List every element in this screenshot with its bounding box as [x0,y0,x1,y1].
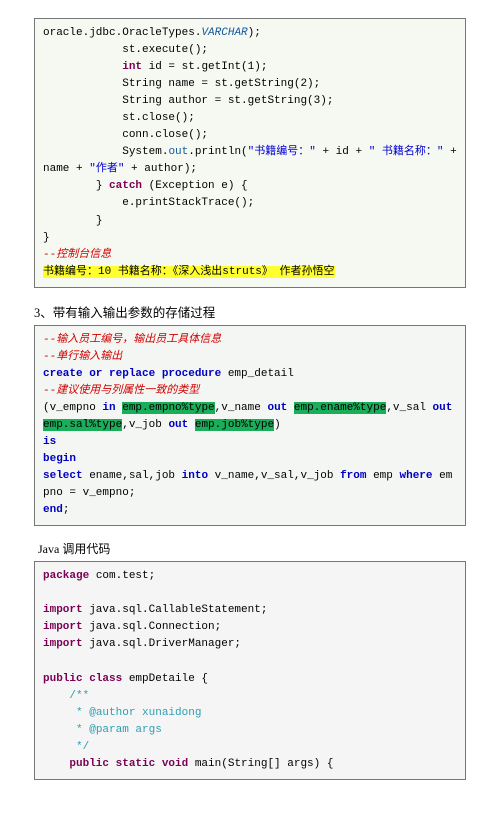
code-line: import java.sql.CallableStatement; [43,604,267,616]
code-line: package com.test; [43,570,155,582]
code-line: conn.close(); [43,129,208,141]
code-line: System.out.println("书籍编号：" + id + " 书籍名称… [43,146,463,175]
code-line: import java.sql.Connection; [43,621,221,633]
code-line: import java.sql.DriverManager; [43,638,241,650]
code-block-2: --输入员工编号，输出员工具体信息 --单行输入输出 create or rep… [34,325,466,527]
code-line: end; [43,504,69,516]
code-line: int id = st.getInt(1); [43,61,267,73]
code-block-1: oracle.jdbc.OracleTypes.VARCHAR); st.exe… [34,18,466,288]
code-line: st.close(); [43,112,195,124]
sql-comment: --建议使用与列属性一致的类型 [43,385,199,397]
javadoc-line: * @param args [43,724,162,736]
console-output: 书籍编号：10 书籍名称：《深入浅出struts》 作者孙悟空 [43,266,335,278]
section-heading-3: 3、带有输入输出参数的存储过程 [34,302,466,321]
code-line: String name = st.getString(2); [43,78,320,90]
code-line: e.printStackTrace(); [43,197,254,209]
code-line: } [43,215,102,227]
code-line: } [43,232,50,244]
code-line: emp.sal%type,v_job out emp.job%type) [43,419,281,431]
console-comment: --控制台信息 [43,249,111,261]
code-line: public class empDetaile { [43,673,208,685]
code-line: begin [43,453,76,465]
javadoc-line: /** [43,690,89,702]
code-line: create or replace procedure emp_detail [43,368,294,380]
code-line: select ename,sal,job into v_name,v_sal,v… [43,470,452,499]
java-call-heading: Java 调用代码 [38,540,466,557]
javadoc-line: * @author xunaidong [43,707,201,719]
blank-line [43,587,50,599]
code-line: st.execute(); [43,44,208,56]
code-line: is [43,436,56,448]
code-line: oracle.jdbc.OracleTypes.VARCHAR); [43,27,261,39]
code-line: (v_empno in emp.empno%type,v_name out em… [43,402,459,414]
sql-comment: --单行输入输出 [43,351,122,363]
blank-line [43,655,50,667]
code-line: } catch (Exception e) { [43,180,248,192]
code-line: String author = st.getString(3); [43,95,333,107]
code-block-3: package com.test; import java.sql.Callab… [34,561,466,780]
sql-comment: --输入员工编号，输出员工具体信息 [43,334,221,346]
javadoc-line: */ [43,741,89,753]
code-line: public static void main(String[] args) { [43,758,333,770]
